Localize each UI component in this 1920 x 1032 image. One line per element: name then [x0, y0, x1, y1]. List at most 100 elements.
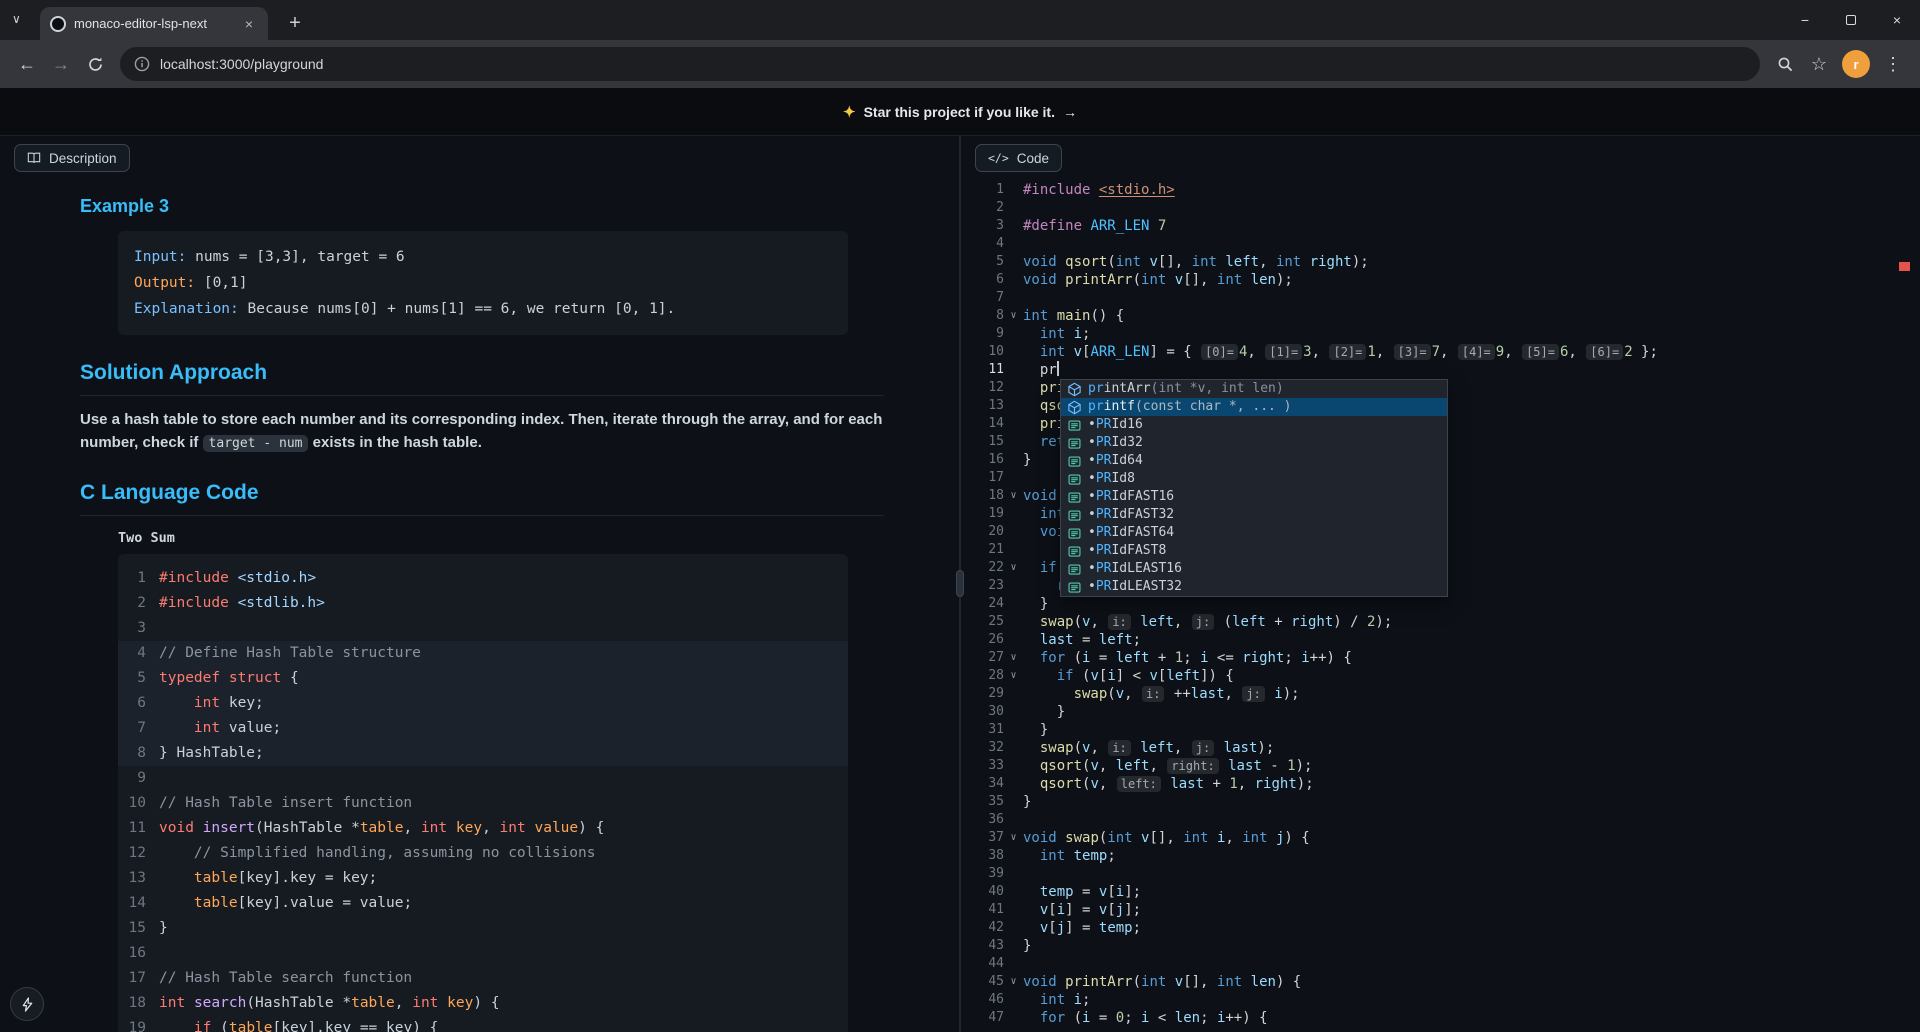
editor-line-number[interactable]: 19	[961, 505, 1004, 523]
browser-tab[interactable]: monaco-editor-lsp-next ×	[40, 7, 268, 40]
reload-button[interactable]	[78, 47, 112, 81]
editor-line-number[interactable]: 30	[961, 703, 1004, 721]
fold-chevron-icon[interactable]: ∨	[1004, 487, 1023, 505]
editor-line[interactable]: 11 pr	[961, 361, 1920, 379]
fold-chevron-icon[interactable]: ∨	[1004, 559, 1023, 577]
site-info-icon[interactable]	[134, 56, 150, 72]
editor-line[interactable]: 44	[961, 955, 1920, 973]
editor-line-number[interactable]: 35	[961, 793, 1004, 811]
pane-resize-divider[interactable]	[959, 136, 961, 1032]
editor-line[interactable]: 2	[961, 199, 1920, 217]
search-lens-button[interactable]	[1768, 47, 1802, 81]
maximize-button[interactable]	[1828, 0, 1874, 40]
tab-description[interactable]: Description	[14, 144, 130, 172]
editor-line-number[interactable]: 28	[961, 667, 1004, 685]
editor-line[interactable]: 5void qsort(int v[], int left, int right…	[961, 253, 1920, 271]
back-button[interactable]: ←	[10, 47, 44, 81]
fold-chevron-icon[interactable]: ∨	[1004, 307, 1023, 325]
editor-line[interactable]: 1#include <stdio.h>	[961, 181, 1920, 199]
editor-line-number[interactable]: 15	[961, 433, 1004, 451]
editor-line-number[interactable]: 38	[961, 847, 1004, 865]
editor-line-number[interactable]: 39	[961, 865, 1004, 883]
editor-line[interactable]: 27∨ for (i = left + 1; i <= right; i++) …	[961, 649, 1920, 667]
editor-line-number[interactable]: 23	[961, 577, 1004, 595]
quick-actions-button[interactable]	[10, 987, 44, 1021]
editor-line[interactable]: 4	[961, 235, 1920, 253]
suggestion-item[interactable]: •PRId64	[1061, 452, 1447, 470]
editor-line[interactable]: 38 int temp;	[961, 847, 1920, 865]
editor-line-number[interactable]: 11	[961, 361, 1004, 379]
editor-line-number[interactable]: 25	[961, 613, 1004, 631]
suggestion-item[interactable]: •PRId16	[1061, 416, 1447, 434]
editor-line-number[interactable]: 43	[961, 937, 1004, 955]
editor-line[interactable]: 43}	[961, 937, 1920, 955]
monaco-editor[interactable]: 1#include <stdio.h>23#define ARR_LEN 745…	[961, 180, 1920, 1032]
editor-line[interactable]: 10 int v[ARR_LEN] = { [0]=4, [1]=3, [2]=…	[961, 343, 1920, 361]
editor-line-number[interactable]: 32	[961, 739, 1004, 757]
editor-line[interactable]: 9 int i;	[961, 325, 1920, 343]
suggestion-item[interactable]: •PRIdFAST16	[1061, 488, 1447, 506]
fold-chevron-icon[interactable]: ∨	[1004, 829, 1023, 847]
editor-line-number[interactable]: 2	[961, 199, 1004, 217]
editor-line[interactable]: 25 swap(v, i: left, j: (left + right) / …	[961, 613, 1920, 631]
tab-search-chevron-icon[interactable]: ∨	[12, 12, 21, 26]
editor-line[interactable]: 36	[961, 811, 1920, 829]
editor-line[interactable]: 37∨void swap(int v[], int i, int j) {	[961, 829, 1920, 847]
editor-line-number[interactable]: 12	[961, 379, 1004, 397]
editor-line-number[interactable]: 47	[961, 1009, 1004, 1027]
editor-line[interactable]: 35}	[961, 793, 1920, 811]
editor-line[interactable]: 28∨ if (v[i] < v[left]) {	[961, 667, 1920, 685]
editor-line-number[interactable]: 20	[961, 523, 1004, 541]
fold-chevron-icon[interactable]: ∨	[1004, 649, 1023, 667]
editor-line-number[interactable]: 21	[961, 541, 1004, 559]
close-button[interactable]: ×	[1874, 0, 1920, 40]
editor-line-number[interactable]: 8	[961, 307, 1004, 325]
editor-line-number[interactable]: 10	[961, 343, 1004, 361]
editor-line-number[interactable]: 22	[961, 559, 1004, 577]
editor-line[interactable]: 30 }	[961, 703, 1920, 721]
editor-line-number[interactable]: 16	[961, 451, 1004, 469]
suggestion-item[interactable]: •PRIdFAST64	[1061, 524, 1447, 542]
editor-line-number[interactable]: 24	[961, 595, 1004, 613]
suggestion-item[interactable]: printf(const char *, ... )	[1061, 398, 1447, 416]
editor-line[interactable]: 7	[961, 289, 1920, 307]
editor-line-number[interactable]: 14	[961, 415, 1004, 433]
editor-line[interactable]: 29 swap(v, i: ++last, j: i);	[961, 685, 1920, 703]
editor-line[interactable]: 42 v[j] = temp;	[961, 919, 1920, 937]
editor-line[interactable]: 26 last = left;	[961, 631, 1920, 649]
suggestion-item[interactable]: •PRIdLEAST16	[1061, 560, 1447, 578]
editor-line-number[interactable]: 6	[961, 271, 1004, 289]
editor-line-number[interactable]: 18	[961, 487, 1004, 505]
editor-line-number[interactable]: 37	[961, 829, 1004, 847]
editor-line-number[interactable]: 5	[961, 253, 1004, 271]
tab-close-icon[interactable]: ×	[240, 16, 258, 32]
minimize-button[interactable]: −	[1782, 0, 1828, 40]
editor-line-number[interactable]: 31	[961, 721, 1004, 739]
editor-line[interactable]: 3#define ARR_LEN 7	[961, 217, 1920, 235]
profile-avatar[interactable]: r	[1842, 50, 1870, 78]
suggestion-item[interactable]: •PRIdFAST8	[1061, 542, 1447, 560]
resize-handle[interactable]	[956, 570, 964, 597]
bookmark-star-button[interactable]: ☆	[1802, 47, 1836, 81]
editor-line-number[interactable]: 27	[961, 649, 1004, 667]
editor-line-number[interactable]: 9	[961, 325, 1004, 343]
editor-line[interactable]: 33 qsort(v, left, right: last - 1);	[961, 757, 1920, 775]
forward-button[interactable]: →	[44, 47, 78, 81]
editor-line-number[interactable]: 44	[961, 955, 1004, 973]
editor-line-number[interactable]: 40	[961, 883, 1004, 901]
editor-line-number[interactable]: 45	[961, 973, 1004, 991]
editor-line-number[interactable]: 42	[961, 919, 1004, 937]
editor-line-number[interactable]: 41	[961, 901, 1004, 919]
suggestion-item[interactable]: printArr(int *v, int len)	[1061, 380, 1447, 398]
editor-line[interactable]: 46 int i;	[961, 991, 1920, 1009]
url-text[interactable]: localhost:3000/playground	[160, 56, 323, 72]
editor-line-number[interactable]: 46	[961, 991, 1004, 1009]
fold-chevron-icon[interactable]: ∨	[1004, 667, 1023, 685]
suggestion-item[interactable]: •PRIdLEAST32	[1061, 578, 1447, 596]
editor-line[interactable]: 39	[961, 865, 1920, 883]
editor-line[interactable]: 34 qsort(v, left: last + 1, right);	[961, 775, 1920, 793]
editor-line[interactable]: 32 swap(v, i: left, j: last);	[961, 739, 1920, 757]
suggestion-item[interactable]: •PRId8	[1061, 470, 1447, 488]
editor-line-number[interactable]: 29	[961, 685, 1004, 703]
editor-line[interactable]: 47 for (i = 0; i < len; i++) {	[961, 1009, 1920, 1027]
